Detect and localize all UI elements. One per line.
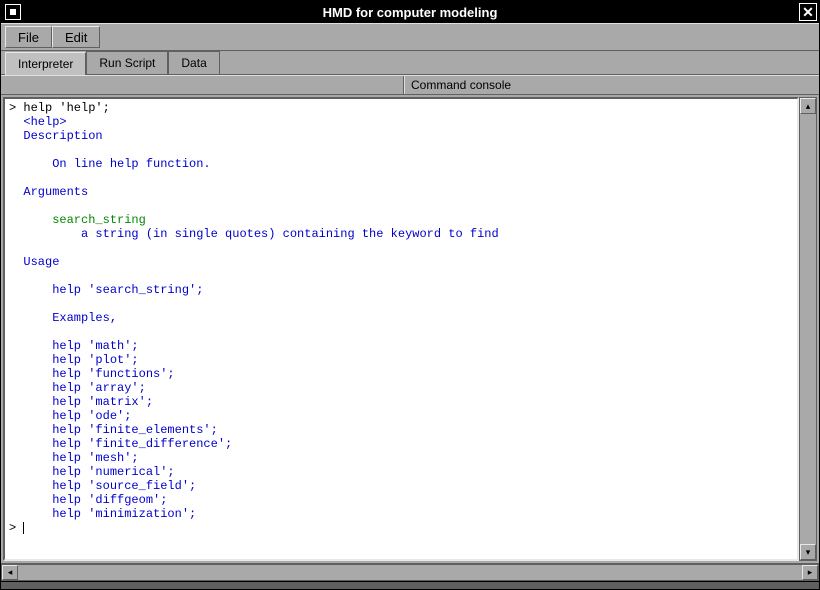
horizontal-scroll-row: ◂ ▸ [1, 563, 819, 581]
scroll-right-button[interactable]: ▸ [802, 565, 818, 580]
statusbar [1, 581, 819, 589]
console-line: help 'search_string'; [9, 283, 793, 297]
menu-file[interactable]: File [5, 26, 52, 48]
console-line: <help> [9, 115, 793, 129]
scroll-track-horizontal[interactable] [18, 565, 802, 580]
console-line [9, 199, 793, 213]
scroll-track-vertical[interactable] [800, 114, 816, 544]
menubar: File Edit [1, 23, 819, 51]
console-line: Usage [9, 255, 793, 269]
console-line [9, 297, 793, 311]
console-line: Description [9, 129, 793, 143]
vertical-scrollbar[interactable]: ▴ ▾ [799, 97, 817, 561]
console-line: search_string [9, 213, 793, 227]
titlebar: HMD for computer modeling ✕ [1, 1, 819, 23]
console-line: help 'finite_elements'; [9, 423, 793, 437]
console-line: help 'source_field'; [9, 479, 793, 493]
app-window: HMD for computer modeling ✕ File Edit In… [0, 0, 820, 590]
system-menu-icon[interactable] [5, 4, 21, 20]
console-line [9, 269, 793, 283]
console-line [9, 171, 793, 185]
scroll-down-button[interactable]: ▾ [800, 544, 816, 560]
console-line: help 'diffgeom'; [9, 493, 793, 507]
console-line: help 'functions'; [9, 367, 793, 381]
tab-interpreter[interactable]: Interpreter [5, 52, 86, 75]
console-line: On line help function. [9, 157, 793, 171]
console-container: > help 'help'; <help> Description On lin… [1, 95, 819, 563]
window-title: HMD for computer modeling [21, 5, 799, 20]
console-line: help 'mesh'; [9, 451, 793, 465]
console-line: > help 'help'; [9, 101, 793, 115]
console-line: help 'plot'; [9, 353, 793, 367]
console-line: help 'matrix'; [9, 395, 793, 409]
menu-edit[interactable]: Edit [52, 26, 100, 48]
console-line [9, 325, 793, 339]
console-line: help 'numerical'; [9, 465, 793, 479]
console-line: Arguments [9, 185, 793, 199]
cursor [23, 522, 24, 534]
console-line [9, 143, 793, 157]
console-line: help 'ode'; [9, 409, 793, 423]
console-line: Examples, [9, 311, 793, 325]
horizontal-scrollbar[interactable]: ◂ ▸ [1, 564, 819, 581]
panel-header-label: Command console [404, 76, 819, 94]
console-line [9, 241, 793, 255]
tabbar: Interpreter Run Script Data [1, 51, 819, 75]
tab-run-script[interactable]: Run Script [86, 51, 168, 74]
console-line: a string (in single quotes) containing t… [9, 227, 793, 241]
console-prompt[interactable]: > [9, 521, 793, 535]
panel-header: Command console [1, 75, 819, 95]
console-line: help 'math'; [9, 339, 793, 353]
console-line: help 'finite_difference'; [9, 437, 793, 451]
command-console[interactable]: > help 'help'; <help> Description On lin… [3, 97, 799, 561]
console-line: help 'minimization'; [9, 507, 793, 521]
tab-data[interactable]: Data [168, 51, 219, 74]
scroll-left-button[interactable]: ◂ [2, 565, 18, 580]
close-button[interactable]: ✕ [799, 3, 817, 21]
console-line: help 'array'; [9, 381, 793, 395]
scroll-up-button[interactable]: ▴ [800, 98, 816, 114]
panel-header-left [1, 76, 404, 94]
